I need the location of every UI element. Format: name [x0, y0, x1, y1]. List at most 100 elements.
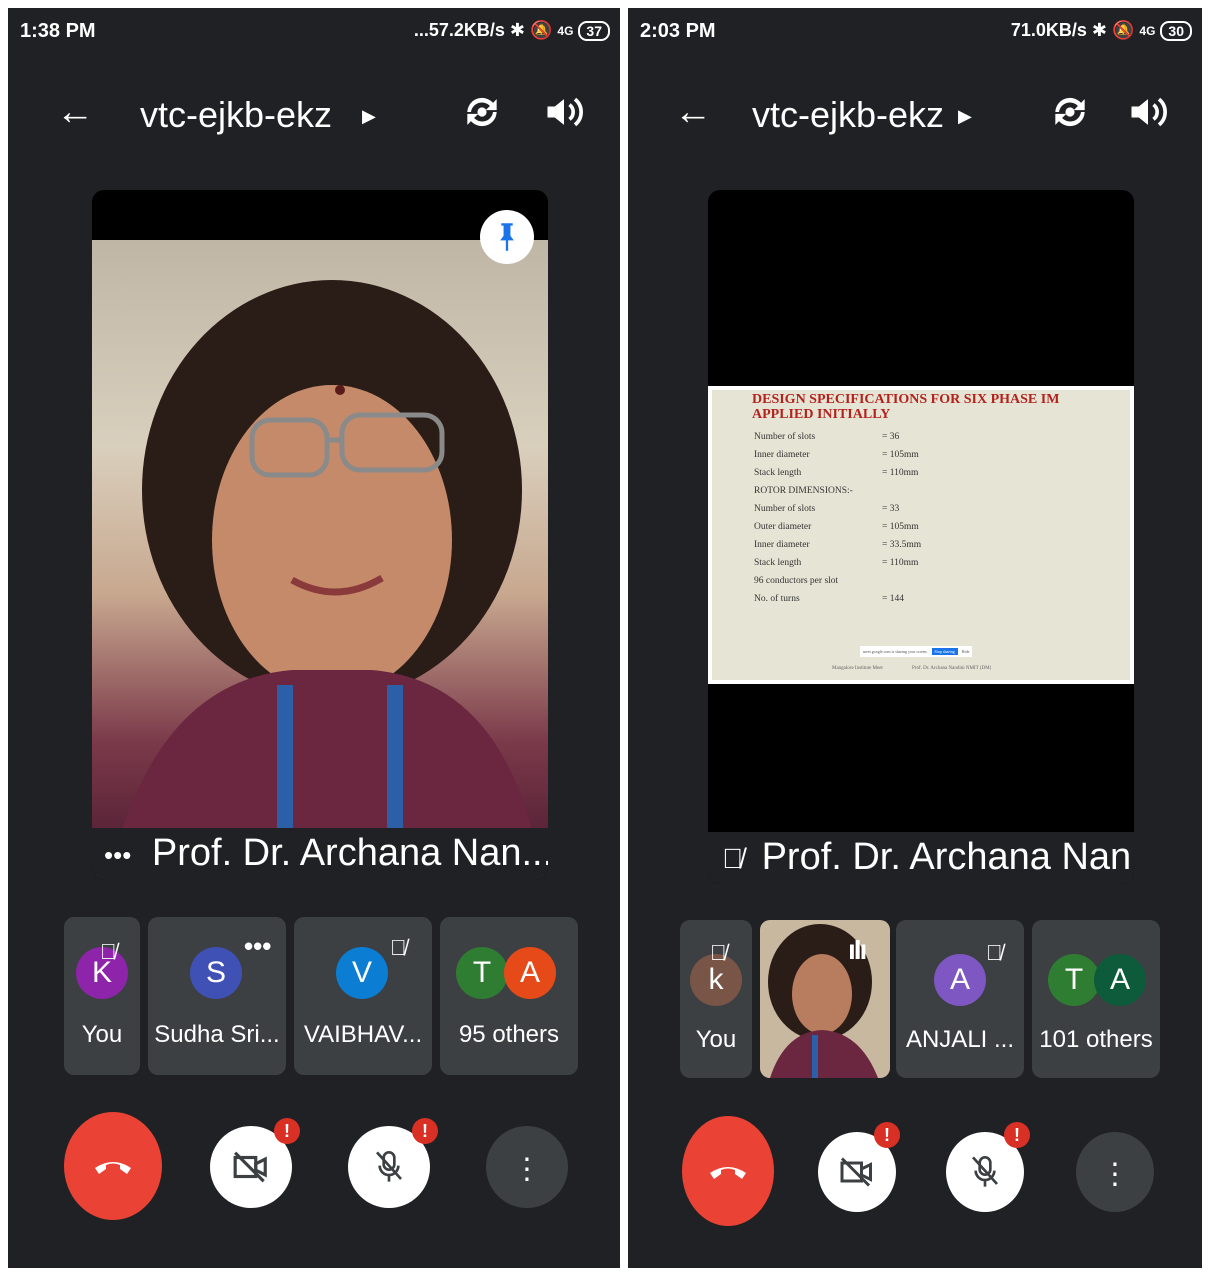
- meeting-code[interactable]: vtc-ejkb-ekz: [140, 94, 332, 136]
- avatar: S: [190, 947, 242, 999]
- alert-icon: !: [412, 1118, 438, 1144]
- notification-off-icon: 🔕: [1111, 20, 1135, 40]
- network-speed: ...57.2KB/s: [413, 20, 505, 40]
- participant-tile[interactable]: A 🎙̸ ANJALI ...: [896, 920, 1024, 1078]
- speaker-video: [92, 240, 548, 830]
- spec-value: = 110mm: [882, 468, 919, 478]
- participant-tile-others[interactable]: T A 95 others: [440, 917, 578, 1075]
- spec-label: Inner diameter: [754, 540, 810, 550]
- participant-tile[interactable]: S ••• Sudha Sri...: [148, 917, 286, 1075]
- more-vert-icon: · · ·: [521, 1139, 533, 1195]
- more-dots-icon[interactable]: •••: [104, 840, 131, 870]
- avatar: T: [456, 947, 508, 999]
- camera-switch-icon[interactable]: [1048, 90, 1092, 134]
- avatar: A: [934, 954, 986, 1006]
- notification-off-icon: 🔕: [529, 20, 553, 40]
- hang-up-button[interactable]: [64, 1112, 162, 1220]
- mic-off-icon: 🎙̸: [710, 940, 727, 965]
- hang-up-button[interactable]: [682, 1116, 774, 1226]
- status-time: 2:03 PM: [640, 20, 716, 42]
- mic-off-icon: [376, 1151, 402, 1182]
- participant-name: 101 others: [1039, 1026, 1153, 1053]
- signal-icon: 4G: [1139, 23, 1156, 38]
- spec-value: = 33.5mm: [882, 540, 922, 550]
- spec-label: Number of slots: [754, 432, 816, 442]
- spec-label: Stack length: [754, 468, 802, 478]
- more-options-button[interactable]: · · ·: [1076, 1132, 1154, 1212]
- status-bar-right: 71.0KB/s ✱ 🔕 4G 30: [1011, 20, 1192, 41]
- participant-name: VAIBHAV...: [303, 1021, 423, 1048]
- audio-wave-icon: ıIı: [848, 934, 867, 965]
- spec-label: Stack length: [754, 558, 802, 568]
- meeting-code[interactable]: vtc-ejkb-ekz: [752, 94, 944, 136]
- participant-tile-you[interactable]: k 🎙̸ You: [680, 920, 752, 1078]
- hide-button[interactable]: Hide: [962, 649, 970, 654]
- slide-footer: Mangalore Institute Meet: [832, 666, 883, 671]
- speaker-name-bar: 🎙̸ Prof. Dr. Archana Nan...: [708, 832, 1134, 884]
- spec-label: Outer diameter: [754, 522, 812, 532]
- speaker-icon[interactable]: [1126, 90, 1170, 134]
- participant-tile[interactable]: V 🎙̸ VAIBHAV...: [294, 917, 432, 1075]
- alert-icon: !: [874, 1122, 900, 1148]
- participant-name: You: [695, 1026, 737, 1053]
- status-time: 1:38 PM: [20, 20, 96, 42]
- more-options-button[interactable]: · · ·: [486, 1126, 568, 1208]
- speaker-name: Prof. Dr. Archana Nan...: [761, 836, 1134, 878]
- status-bar-right: ...57.2KB/s ✱ 🔕 4G 37: [414, 20, 610, 41]
- slide-title: DESIGN SPECIFICATIONS FOR SIX PHASE IM A…: [752, 392, 1060, 422]
- spec-value: = 105mm: [882, 522, 919, 532]
- hang-up-icon: [710, 1167, 746, 1179]
- participant-name: ANJALI ...: [905, 1026, 1015, 1053]
- avatar: V: [336, 947, 388, 999]
- spec-value: = 36: [882, 432, 900, 442]
- caret-right-icon[interactable]: ▶: [958, 106, 972, 127]
- spec-label: No. of turns: [754, 594, 800, 604]
- mic-off-icon: 🎙̸: [986, 940, 1003, 965]
- network-speed: 71.0KB/s: [1010, 20, 1087, 40]
- shared-screen-slide: DESIGN SPECIFICATIONS FOR SIX PHASE IM A…: [708, 386, 1134, 684]
- pin-button[interactable]: [480, 210, 534, 264]
- avatar: A: [504, 947, 556, 999]
- speaker-tile[interactable]: ••• Prof. Dr. Archana Nan...: [92, 190, 548, 880]
- more-dots-icon[interactable]: •••: [244, 931, 271, 962]
- participant-video: [760, 920, 890, 1078]
- speaker-name: Prof. Dr. Archana Nan...: [151, 832, 548, 874]
- participant-name: 95 others: [458, 1021, 560, 1048]
- left-screenshot: 1:38 PM ...57.2KB/s ✱ 🔕 4G 37 ← vtc-ejkb…: [8, 8, 620, 1268]
- spec-value: = 33: [882, 504, 900, 514]
- stop-sharing-button[interactable]: Stop sharing: [931, 648, 958, 655]
- more-vert-icon: · · ·: [1109, 1144, 1121, 1200]
- bluetooth-icon: ✱: [509, 20, 525, 40]
- mic-off-icon: 🎙̸: [100, 939, 117, 964]
- alert-icon: !: [274, 1118, 300, 1144]
- alert-icon: !: [1004, 1122, 1030, 1148]
- pin-icon: [500, 223, 514, 251]
- spec-value: = 144: [882, 594, 904, 604]
- spec-label: Inner diameter: [754, 450, 810, 460]
- speaker-icon[interactable]: [542, 90, 586, 134]
- spec-value: = 110mm: [882, 558, 919, 568]
- spec-value: = 105mm: [882, 450, 919, 460]
- slide-footer: Prof. Dr. Archana Nandini NMIT (DM): [912, 666, 992, 671]
- back-arrow-icon[interactable]: ←: [56, 92, 94, 132]
- back-arrow-icon[interactable]: ←: [674, 92, 712, 132]
- right-screenshot: 2:03 PM 71.0KB/s ✱ 🔕 4G 30 ← vtc-ejkb-ek…: [628, 8, 1202, 1268]
- speaker-portrait: [122, 280, 532, 830]
- mic-off-icon: 🎙̸: [722, 842, 743, 874]
- screen-share-notice: meet.google.com is sharing your screen. …: [860, 646, 973, 657]
- spec-label: 96 conductors per slot: [754, 576, 839, 586]
- speaker-tile[interactable]: DESIGN SPECIFICATIONS FOR SIX PHASE IM A…: [708, 190, 1134, 884]
- participant-name: Sudha Sri...: [154, 1021, 280, 1048]
- participant-video-tile[interactable]: ıIı: [760, 920, 890, 1078]
- participant-tile-you[interactable]: K 🎙̸ You: [64, 917, 140, 1075]
- spec-label: ROTOR DIMENSIONS:-: [754, 486, 853, 496]
- signal-icon: 4G: [557, 23, 574, 38]
- avatar: A: [1094, 954, 1146, 1006]
- participant-name: You: [81, 1021, 123, 1048]
- bluetooth-icon: ✱: [1091, 20, 1107, 40]
- battery-icon: 37: [578, 20, 610, 41]
- participant-tile-others[interactable]: T A 101 others: [1032, 920, 1160, 1078]
- caret-right-icon[interactable]: ▶: [362, 106, 376, 127]
- camera-switch-icon[interactable]: [460, 90, 504, 134]
- camera-off-icon: [233, 1151, 267, 1183]
